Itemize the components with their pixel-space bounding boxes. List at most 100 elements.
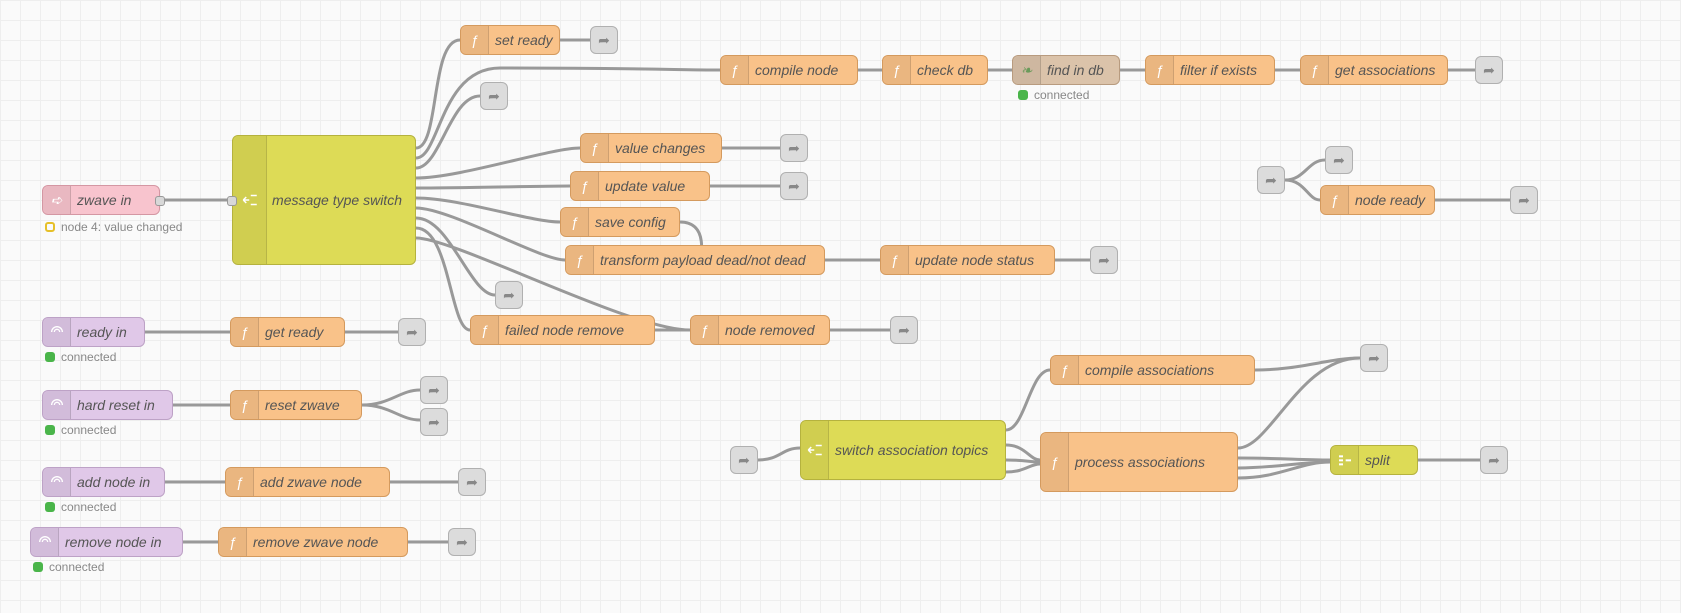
reset-zwave-node[interactable]: ƒ reset zwave xyxy=(230,390,362,420)
input-port[interactable] xyxy=(227,196,237,206)
status-ring-icon xyxy=(45,222,55,232)
node-label: add node in xyxy=(77,474,150,490)
function-icon: ƒ xyxy=(1041,433,1069,491)
status-dot-icon xyxy=(45,352,55,362)
node-label: split xyxy=(1365,452,1390,468)
link-in-node[interactable]: ➦ xyxy=(730,446,758,474)
find-in-db-node[interactable]: ❧ find in db xyxy=(1012,55,1120,85)
zwave-in-node[interactable]: ➪ zwave in xyxy=(42,185,160,215)
function-icon: ƒ xyxy=(231,391,259,419)
debug-node[interactable]: ➦ xyxy=(1360,344,1388,372)
wifi-icon xyxy=(43,468,71,496)
transform-payload-node[interactable]: ƒ transform payload dead/not dead xyxy=(565,245,825,275)
update-value-node[interactable]: ƒ update value xyxy=(570,171,710,201)
function-icon: ƒ xyxy=(561,208,589,236)
status-text: connected xyxy=(61,350,116,364)
node-label: filter if exists xyxy=(1180,62,1257,78)
debug-node[interactable]: ➦ xyxy=(780,172,808,200)
debug-node[interactable]: ➦ xyxy=(590,26,618,54)
node-removed-node[interactable]: ƒ node removed xyxy=(690,315,830,345)
node-label: switch association topics xyxy=(835,442,988,458)
debug-node[interactable]: ➦ xyxy=(458,468,486,496)
function-icon: ƒ xyxy=(226,468,254,496)
node-label: update node status xyxy=(915,252,1034,268)
node-label: save config xyxy=(595,214,666,230)
check-db-node[interactable]: ƒ check db xyxy=(882,55,988,85)
node-label: failed node remove xyxy=(505,322,624,338)
link-out-node[interactable]: ➦ xyxy=(495,281,523,309)
debug-node[interactable]: ➦ xyxy=(1480,446,1508,474)
debug-node[interactable]: ➦ xyxy=(420,408,448,436)
node-label: compile associations xyxy=(1085,362,1214,378)
node-label: process associations xyxy=(1075,454,1205,470)
value-changes-node[interactable]: ƒ value changes xyxy=(580,133,722,163)
add-node-in-node[interactable]: add node in xyxy=(42,467,165,497)
function-icon: ƒ xyxy=(691,316,719,344)
failed-node-remove-node[interactable]: ƒ failed node remove xyxy=(470,315,655,345)
status-text: connected xyxy=(1034,88,1089,102)
remove-zwave-node-node[interactable]: ƒ remove zwave node xyxy=(218,527,408,557)
node-status: connected xyxy=(33,560,104,574)
node-label: find in db xyxy=(1047,62,1104,78)
status-text: node 4: value changed xyxy=(61,220,182,234)
node-label: set ready xyxy=(495,32,553,48)
function-icon: ƒ xyxy=(1146,56,1174,84)
node-label: remove zwave node xyxy=(253,534,378,550)
function-icon: ƒ xyxy=(461,26,489,54)
wifi-icon xyxy=(43,391,71,419)
process-associations-node[interactable]: ƒ process associations xyxy=(1040,432,1238,492)
split-icon xyxy=(1331,446,1359,474)
function-icon: ƒ xyxy=(1321,186,1349,214)
debug-node[interactable]: ➦ xyxy=(1325,146,1353,174)
status-dot-icon xyxy=(1018,90,1028,100)
hard-reset-in-node[interactable]: hard reset in xyxy=(42,390,173,420)
update-node-status-node[interactable]: ƒ update node status xyxy=(880,245,1055,275)
function-icon: ƒ xyxy=(231,318,259,346)
compile-associations-node[interactable]: ƒ compile associations xyxy=(1050,355,1255,385)
debug-node[interactable]: ➦ xyxy=(890,316,918,344)
switch-association-topics-node[interactable]: switch association topics xyxy=(800,420,1006,480)
debug-node[interactable]: ➦ xyxy=(780,134,808,162)
function-icon: ƒ xyxy=(581,134,609,162)
filter-if-exists-node[interactable]: ƒ filter if exists xyxy=(1145,55,1275,85)
link-out-node[interactable]: ➦ xyxy=(480,82,508,110)
node-label: get ready xyxy=(265,324,323,340)
function-icon: ƒ xyxy=(721,56,749,84)
get-ready-node[interactable]: ƒ get ready xyxy=(230,317,345,347)
node-label: reset zwave xyxy=(265,397,340,413)
status-text: connected xyxy=(61,423,116,437)
debug-node[interactable]: ➦ xyxy=(1475,56,1503,84)
wifi-icon xyxy=(31,528,59,556)
debug-node[interactable]: ➦ xyxy=(1510,186,1538,214)
node-label: message type switch xyxy=(272,192,402,208)
canvas-grid xyxy=(0,0,1681,613)
debug-node[interactable]: ➦ xyxy=(398,318,426,346)
wifi-icon xyxy=(43,318,71,346)
debug-node[interactable]: ➦ xyxy=(448,528,476,556)
compile-node-node[interactable]: ƒ compile node xyxy=(720,55,858,85)
status-text: connected xyxy=(61,500,116,514)
add-zwave-node-node[interactable]: ƒ add zwave node xyxy=(225,467,390,497)
debug-node[interactable]: ➦ xyxy=(420,376,448,404)
function-icon: ƒ xyxy=(566,246,594,274)
node-label: node ready xyxy=(1355,192,1425,208)
node-label: update value xyxy=(605,178,685,194)
node-label: get associations xyxy=(1335,62,1435,78)
node-status: connected xyxy=(45,500,116,514)
save-config-node[interactable]: ƒ save config xyxy=(560,207,680,237)
message-type-switch-node[interactable]: message type switch xyxy=(232,135,416,265)
node-label: node removed xyxy=(725,322,815,338)
ready-in-node[interactable]: ready in xyxy=(42,317,145,347)
set-ready-node[interactable]: ƒ set ready xyxy=(460,25,560,55)
node-status: connected xyxy=(1018,88,1089,102)
link-in-node[interactable]: ➦ xyxy=(1257,166,1285,194)
output-port[interactable] xyxy=(155,196,165,206)
function-icon: ƒ xyxy=(219,528,247,556)
remove-node-in-node[interactable]: remove node in xyxy=(30,527,183,557)
node-label: remove node in xyxy=(65,534,162,550)
node-ready-node[interactable]: ƒ node ready xyxy=(1320,185,1435,215)
split-node[interactable]: split xyxy=(1330,445,1418,475)
node-status: connected xyxy=(45,423,116,437)
debug-node[interactable]: ➦ xyxy=(1090,246,1118,274)
get-associations-node[interactable]: ƒ get associations xyxy=(1300,55,1448,85)
